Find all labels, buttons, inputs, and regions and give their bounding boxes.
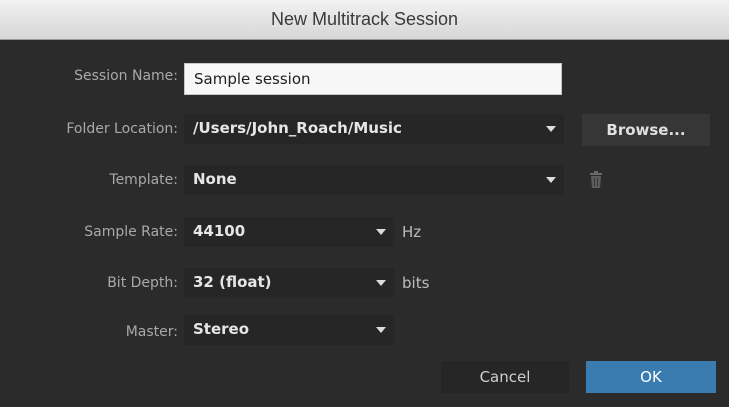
folder-location-value: /Users/John_Roach/Music xyxy=(193,119,402,137)
chevron-down-icon xyxy=(376,327,386,333)
ok-button[interactable]: OK xyxy=(586,361,716,393)
master-value: Stereo xyxy=(193,320,250,338)
chevron-down-icon xyxy=(546,177,556,183)
sample-rate-label: Sample Rate: xyxy=(84,224,178,240)
sample-rate-unit: Hz xyxy=(402,223,422,241)
template-dropdown[interactable]: None xyxy=(184,165,564,195)
new-multitrack-session-dialog: New Multitrack Session Session Name: Sam… xyxy=(0,0,729,407)
browse-button[interactable]: Browse... xyxy=(582,114,710,146)
folder-location-label: Folder Location: xyxy=(66,121,178,137)
chevron-down-icon xyxy=(376,229,386,235)
bit-depth-dropdown[interactable]: 32 (float) xyxy=(184,268,394,298)
title-bar: New Multitrack Session xyxy=(0,0,729,40)
session-name-input[interactable]: Sample session xyxy=(184,63,562,95)
master-label: Master: xyxy=(125,324,178,340)
template-value: None xyxy=(193,170,237,188)
sample-rate-value: 44100 xyxy=(193,222,246,240)
folder-location-dropdown[interactable]: /Users/John_Roach/Music xyxy=(184,114,564,144)
chevron-down-icon xyxy=(376,280,386,286)
bit-depth-value: 32 (float) xyxy=(193,273,272,291)
dialog-title: New Multitrack Session xyxy=(270,9,459,29)
template-label: Template: xyxy=(109,172,178,188)
chevron-down-icon xyxy=(546,126,556,132)
cancel-button[interactable]: Cancel xyxy=(441,361,569,393)
session-name-label: Session Name: xyxy=(74,68,178,84)
trash-icon[interactable] xyxy=(588,170,604,190)
bit-depth-unit: bits xyxy=(402,274,430,292)
master-dropdown[interactable]: Stereo xyxy=(184,315,394,345)
sample-rate-dropdown[interactable]: 44100 xyxy=(184,217,394,247)
bit-depth-label: Bit Depth: xyxy=(107,275,178,291)
